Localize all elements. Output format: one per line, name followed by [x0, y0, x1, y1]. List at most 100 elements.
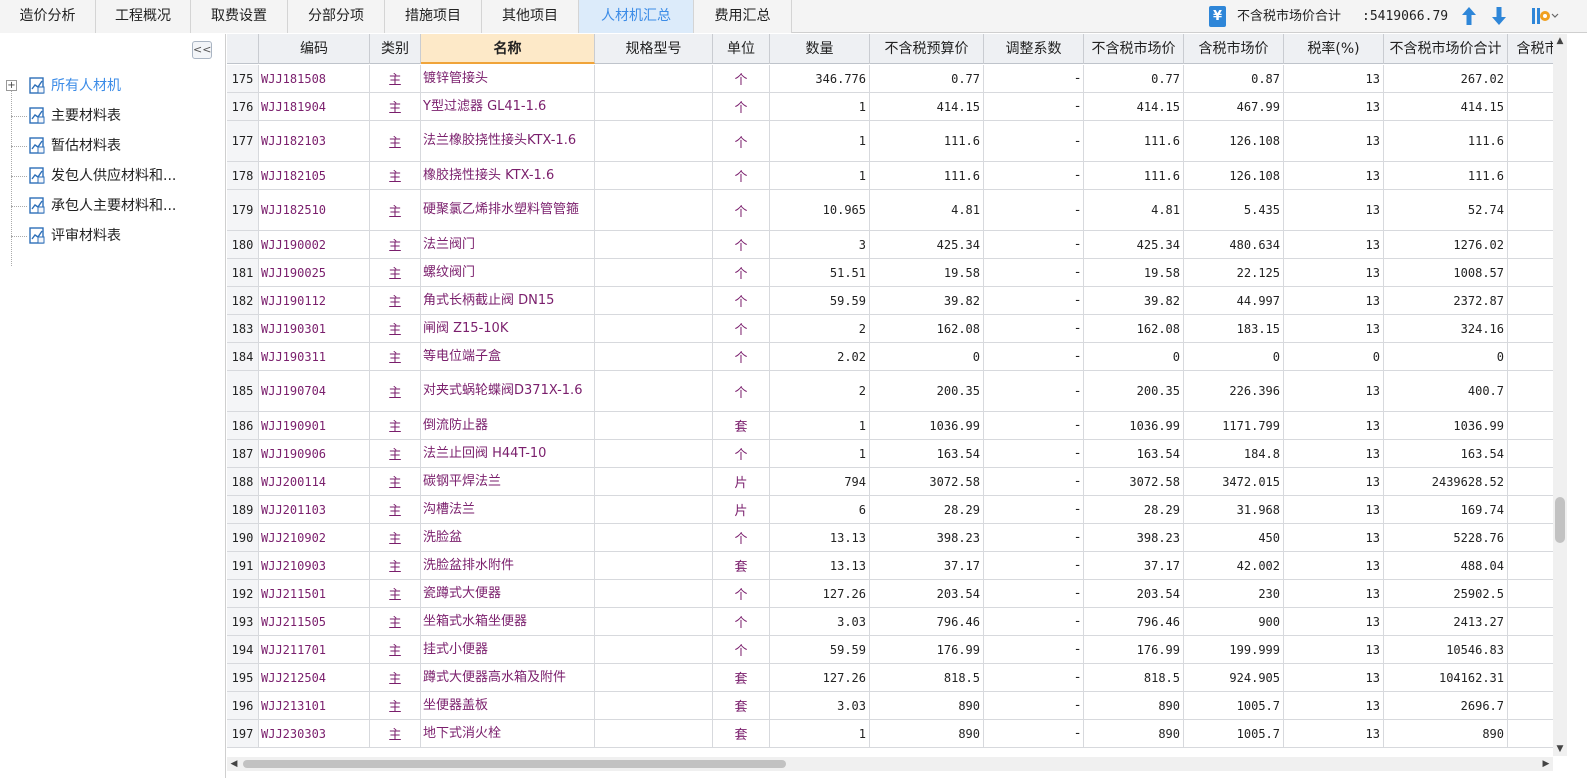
spec-cell[interactable]: [595, 496, 713, 523]
market-price-tax-cell[interactable]: 230: [1184, 580, 1284, 607]
unit-cell[interactable]: 套: [713, 692, 770, 719]
market-price-tax-cell[interactable]: 900: [1184, 608, 1284, 635]
market-total-cell[interactable]: 2439628.52: [1384, 468, 1508, 495]
spec-cell[interactable]: [595, 287, 713, 314]
code-cell[interactable]: WJJ190901: [259, 412, 370, 439]
arrow-up-icon[interactable]: [1460, 5, 1478, 27]
type-cell[interactable]: 主: [370, 65, 421, 92]
qty-cell[interactable]: 2: [770, 315, 870, 342]
qty-cell[interactable]: 1: [770, 162, 870, 189]
market-price-tax-cell[interactable]: 183.15: [1184, 315, 1284, 342]
market-price-cell[interactable]: 0.77: [1084, 65, 1184, 92]
tax-rate-cell[interactable]: 13: [1284, 468, 1384, 495]
market-total-tax-cell[interactable]: [1508, 162, 1553, 189]
horizontal-scrollbar[interactable]: ◀ ▶: [227, 757, 1553, 771]
market-total-cell[interactable]: 5228.76: [1384, 524, 1508, 551]
budget-price-cell[interactable]: 39.82: [870, 287, 984, 314]
qty-cell[interactable]: 346.776: [770, 65, 870, 92]
adjust-factor-cell[interactable]: -: [984, 343, 1084, 370]
type-cell[interactable]: 主: [370, 121, 421, 161]
market-total-cell[interactable]: 25902.5: [1384, 580, 1508, 607]
unit-cell[interactable]: 个: [713, 371, 770, 411]
market-total-tax-cell[interactable]: [1508, 65, 1553, 92]
tab-5[interactable]: 其他项目: [482, 0, 579, 33]
name-cell[interactable]: 法兰橡胶挠性接头 KTX-1.6: [421, 121, 595, 161]
spec-cell[interactable]: [595, 190, 713, 230]
scroll-left-icon[interactable]: ◀: [227, 757, 241, 771]
market-total-tax-cell[interactable]: [1508, 552, 1553, 579]
qty-cell[interactable]: 59.59: [770, 636, 870, 663]
table-row[interactable]: 189 WJJ201103 主沟槽法兰片 6 28.29-28.29 31.968 13 16…: [227, 496, 1553, 524]
tax-rate-cell[interactable]: 13: [1284, 259, 1384, 286]
qty-cell[interactable]: 51.51: [770, 259, 870, 286]
table-row[interactable]: 190 WJJ210902 主洗脸盆个 13.13 398.23-398.23 450 13…: [227, 524, 1553, 552]
qty-cell[interactable]: 1: [770, 720, 870, 747]
name-cell[interactable]: 坐箱式水箱坐便器: [421, 608, 595, 635]
market-price-tax-cell[interactable]: 184.8: [1184, 440, 1284, 467]
tab-2[interactable]: 取费设置: [191, 0, 288, 33]
settings-icon[interactable]: [1530, 5, 1560, 27]
market-price-cell[interactable]: 203.54: [1084, 580, 1184, 607]
tree-item-3[interactable]: 发包人供应材料和...: [0, 161, 226, 191]
market-total-cell[interactable]: 111.6: [1384, 121, 1508, 161]
tax-rate-cell[interactable]: 13: [1284, 552, 1384, 579]
adjust-factor-cell[interactable]: -: [984, 259, 1084, 286]
name-cell[interactable]: 角式长柄截止阀 DN15: [421, 287, 595, 314]
market-price-cell[interactable]: 111.6: [1084, 162, 1184, 189]
code-cell[interactable]: WJJ212504: [259, 664, 370, 691]
unit-cell[interactable]: 套: [713, 720, 770, 747]
col-market-total-tax-header[interactable]: 含税市: [1508, 34, 1554, 64]
market-price-cell[interactable]: 28.29: [1084, 496, 1184, 523]
spec-cell[interactable]: [595, 636, 713, 663]
spec-cell[interactable]: [595, 65, 713, 92]
qty-cell[interactable]: 13.13: [770, 524, 870, 551]
table-row[interactable]: 182 WJJ190112 主角式长柄截止阀 DN15 个 59.59 39.82-39.…: [227, 287, 1553, 315]
type-cell[interactable]: 主: [370, 636, 421, 663]
market-price-tax-cell[interactable]: 44.997: [1184, 287, 1284, 314]
table-row[interactable]: 175 WJJ181508 主镀锌管接头个 346.776 0.77-0.77 0.87 1…: [227, 65, 1553, 93]
code-cell[interactable]: WJJ210902: [259, 524, 370, 551]
spec-cell[interactable]: [595, 664, 713, 691]
market-price-cell[interactable]: 163.54: [1084, 440, 1184, 467]
budget-price-cell[interactable]: 890: [870, 720, 984, 747]
market-price-cell[interactable]: 3072.58: [1084, 468, 1184, 495]
code-cell[interactable]: WJJ210903: [259, 552, 370, 579]
market-total-tax-cell[interactable]: [1508, 121, 1553, 161]
table-row[interactable]: 186 WJJ190901 主倒流防止器套 1 1036.99-1036.99 1171.…: [227, 412, 1553, 440]
qty-cell[interactable]: 2.02: [770, 343, 870, 370]
name-cell[interactable]: 螺纹阀门: [421, 259, 595, 286]
unit-cell[interactable]: 套: [713, 664, 770, 691]
market-price-cell[interactable]: 200.35: [1084, 371, 1184, 411]
spec-cell[interactable]: [595, 259, 713, 286]
adjust-factor-cell[interactable]: -: [984, 440, 1084, 467]
market-total-cell[interactable]: 324.16: [1384, 315, 1508, 342]
col-market-total-header[interactable]: 不含税市场价合计: [1384, 34, 1508, 64]
market-total-tax-cell[interactable]: [1508, 190, 1553, 230]
qty-cell[interactable]: 13.13: [770, 552, 870, 579]
collapse-panel-button[interactable]: <<: [192, 41, 212, 59]
table-row[interactable]: 183 WJJ190301 主闸阀 Z15-10K 个 2 162.08-162.08 18…: [227, 315, 1553, 343]
spec-cell[interactable]: [595, 231, 713, 258]
market-total-tax-cell[interactable]: [1508, 93, 1553, 120]
type-cell[interactable]: 主: [370, 412, 421, 439]
spec-cell[interactable]: [595, 412, 713, 439]
tab-1[interactable]: 工程概况: [96, 0, 191, 33]
table-row[interactable]: 193 WJJ211505 主坐箱式水箱坐便器个 3.03 796.46-796.46 9…: [227, 608, 1553, 636]
market-total-cell[interactable]: 1276.02: [1384, 231, 1508, 258]
market-total-cell[interactable]: 163.54: [1384, 440, 1508, 467]
market-price-tax-cell[interactable]: 22.125: [1184, 259, 1284, 286]
type-cell[interactable]: 主: [370, 287, 421, 314]
code-cell[interactable]: WJJ190311: [259, 343, 370, 370]
budget-price-cell[interactable]: 0.77: [870, 65, 984, 92]
budget-price-cell[interactable]: 818.5: [870, 664, 984, 691]
tax-rate-cell[interactable]: 13: [1284, 524, 1384, 551]
table-row[interactable]: 178 WJJ182105 主橡胶挠性接头 KTX-1.6 个 1 111.6-111.6…: [227, 162, 1553, 190]
unit-cell[interactable]: 个: [713, 259, 770, 286]
unit-cell[interactable]: 个: [713, 608, 770, 635]
market-total-tax-cell[interactable]: [1508, 580, 1553, 607]
spec-cell[interactable]: [595, 93, 713, 120]
table-row[interactable]: 191 WJJ210903 主洗脸盆排水附件套 13.13 37.17-37.17 42.…: [227, 552, 1553, 580]
col-spec-header[interactable]: 规格型号: [595, 34, 713, 64]
spec-cell[interactable]: [595, 524, 713, 551]
market-price-cell[interactable]: 0: [1084, 343, 1184, 370]
